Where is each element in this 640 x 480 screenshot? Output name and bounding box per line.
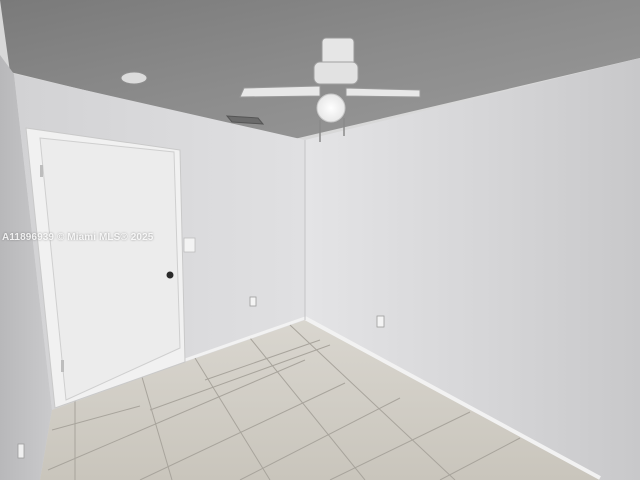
room-photo: A11896939 © Miami MLS® 2025: [0, 0, 640, 480]
light-switch-plate: [183, 237, 196, 253]
wall-outlet-right: [376, 315, 385, 328]
door-hinge-top: [40, 165, 43, 177]
wall-outlet-back: [249, 296, 257, 307]
door-knob-icon: [166, 271, 174, 279]
door-hinge-bottom: [61, 360, 64, 372]
wall-outlet-left: [17, 443, 25, 459]
smoke-detector-icon: [120, 71, 148, 85]
watermark-text: A11896939 © Miami MLS® 2025: [2, 232, 154, 243]
